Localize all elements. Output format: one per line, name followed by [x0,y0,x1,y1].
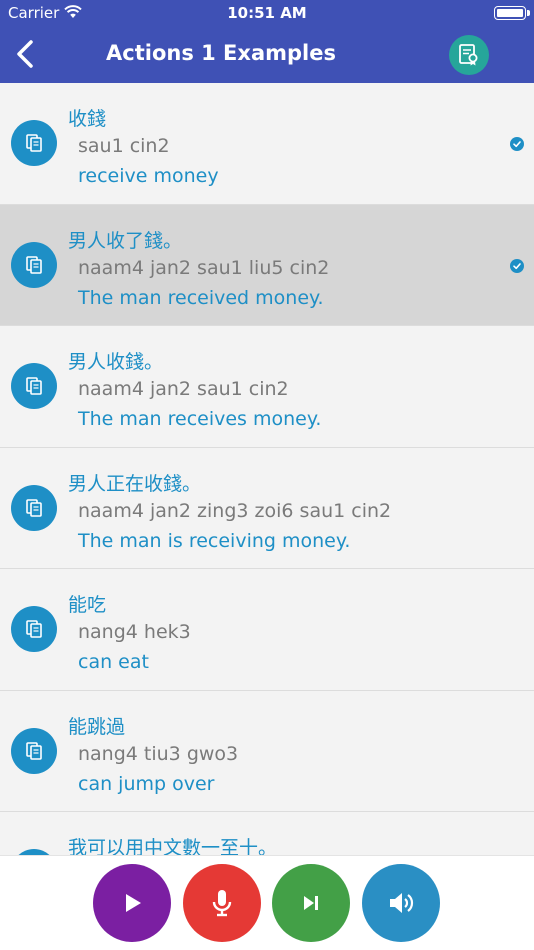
chevron-left-icon [17,40,33,68]
copy-icon [26,620,42,638]
copy-icon [26,741,42,760]
copy-icon [26,377,42,395]
copy-button[interactable] [11,727,57,774]
check-circle-icon [510,137,524,151]
chinese-text: 收錢 [68,108,107,130]
back-button[interactable] [14,39,40,69]
english-text: The man receives money. [78,408,322,430]
page-title: Actions 1 Examples [106,41,336,65]
english-text: The man is receiving money. [78,529,351,552]
example-row[interactable]: 能吃 nang4 hek3 can eat [0,569,534,691]
examples-list[interactable]: 收錢 sau1 cin2 receive money 男人收了錢。 naam4 jan2… [0,83,534,855]
example-row[interactable]: 男人收錢。 naam4 jan2 sau1 cin2 The man receive… [0,326,534,448]
chinese-text: 男人正在收錢。 [68,472,202,495]
example-row[interactable]: 男人收了錢。 naam4 jan2 sau1 liu5 cin2 The man r… [0,204,534,326]
example-row[interactable]: 能跳過 nang4 tiu3 gwo3 can jump over [0,690,534,812]
next-button[interactable] [272,864,350,942]
example-row[interactable]: 收錢 sau1 cin2 receive money [0,83,534,205]
jyutping-text: nang4 tiu3 gwo3 [78,742,239,765]
copy-button[interactable] [11,484,57,531]
english-text: can eat [78,651,149,673]
jyutping-text: naam4 jan2 zing3 zoi6 sau1 cin2 [78,499,392,522]
english-text: receive money [78,165,219,187]
english-text: can jump over [78,772,215,795]
chinese-text: 能吃 [68,594,107,616]
chinese-text: 我可以用中文數一至十。 [68,837,278,855]
jyutping-text: naam4 jan2 sau1 liu5 cin2 [78,256,330,279]
skip-next-icon [304,896,318,910]
navigation-bar: Actions 1 Examples [0,26,534,83]
example-row[interactable]: 我可以用中文數一至十。 [0,812,534,855]
chinese-text: 能跳過 [68,715,126,738]
speaker-button[interactable] [362,864,440,942]
certificate-icon [459,44,478,66]
clock: 10:51 AM [227,4,307,22]
record-button[interactable] [183,864,261,942]
copy-button[interactable] [11,241,57,288]
jyutping-text: sau1 cin2 [78,135,170,157]
jyutping-text: nang4 hek3 [78,621,191,643]
check-circle-icon [510,258,524,273]
play-button[interactable] [93,864,171,942]
copy-icon [26,498,42,517]
copy-button[interactable] [11,120,57,166]
jyutping-text: naam4 jan2 sau1 cin2 [78,378,289,400]
copy-button[interactable] [11,363,57,409]
status-bar: Carrier 10:51 AM [0,0,534,26]
english-text: The man received money. [78,286,324,309]
playback-controls [0,855,534,950]
battery-icon [494,6,526,20]
copy-icon [26,255,42,274]
copy-button[interactable] [11,606,57,652]
chinese-text: 男人收錢。 [68,351,164,373]
play-icon [126,894,141,912]
microphone-icon [212,890,232,917]
certificate-button[interactable] [449,35,489,75]
example-row[interactable]: 男人正在收錢。 naam4 jan2 zing3 zoi6 sau1 cin2 Th… [0,447,534,569]
speaker-icon [390,893,414,913]
copy-icon [26,134,42,152]
chinese-text: 男人收了錢。 [68,229,183,252]
